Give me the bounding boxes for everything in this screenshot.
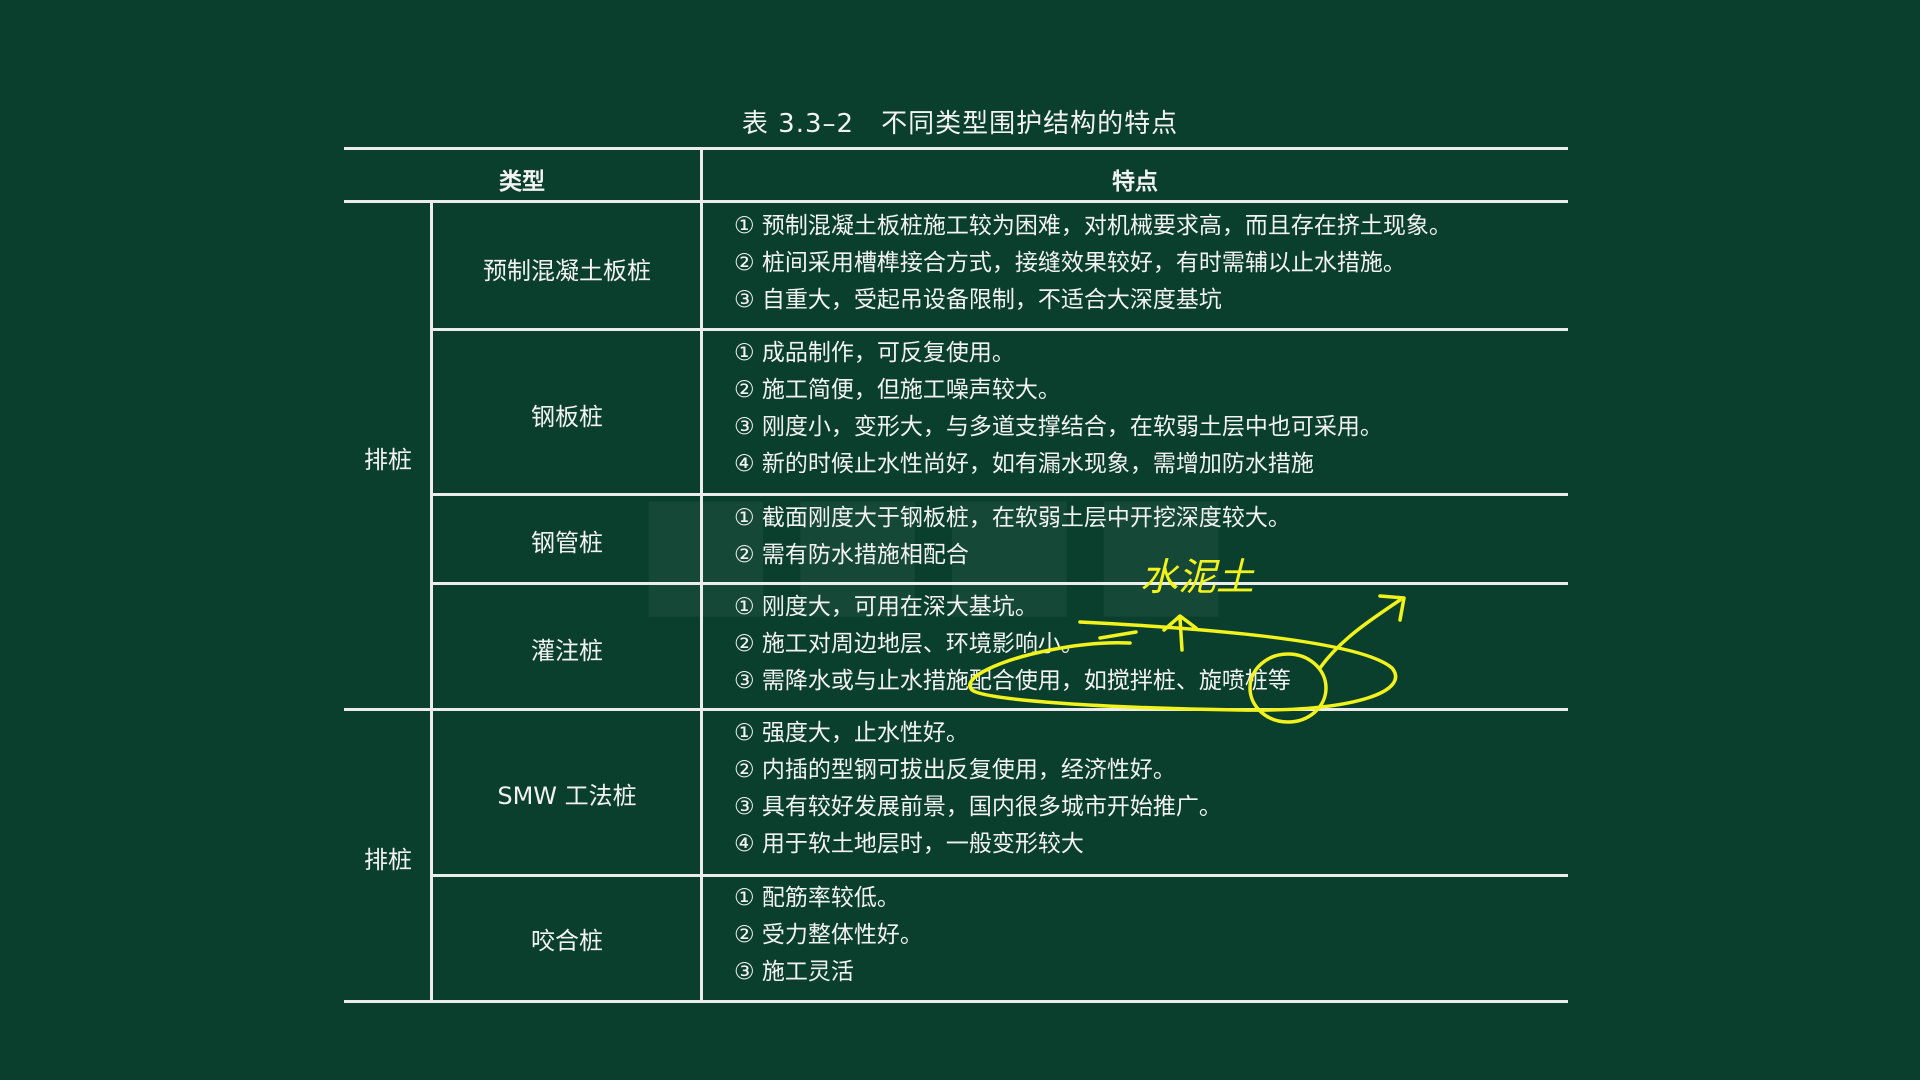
header-bottom-rule [344, 200, 1568, 203]
feature-list: ① 截面刚度大于钢板桩，在软弱土层中开挖深度较大。 ② 需有防水措施相配合 [734, 500, 1564, 574]
type-label: 钢管桩 [531, 529, 603, 557]
feature-item: ② 需有防水措施相配合 [734, 542, 969, 568]
type-label: 灌注桩 [531, 637, 603, 665]
type-label: SMW 工法桩 [497, 782, 637, 810]
feature-item: ① 强度大，止水性好。 [734, 720, 969, 746]
group-column-divider [430, 201, 433, 1002]
feature-list: ① 预制混凝土板桩施工较为困难，对机械要求高，而且存在挤土现象。 ② 桩间采用槽… [734, 208, 1564, 319]
feature-item: ① 截面刚度大于钢板桩，在软弱土层中开挖深度较大。 [734, 505, 1291, 531]
feature-item: ① 配筋率较低。 [734, 885, 900, 911]
group-divider [344, 708, 1568, 711]
feature-list: ① 强度大，止水性好。 ② 内插的型钢可拔出反复使用，经济性好。 ③ 具有较好发… [734, 715, 1564, 863]
feature-item: ④ 新的时候止水性尚好，如有漏水现象，需增加防水措施 [734, 451, 1314, 477]
feature-list: ① 刚度大，可用在深大基坑。 ② 施工对周边地层、环境影响小。 ③ 需降水或与止… [734, 589, 1564, 700]
table-top-rule [344, 147, 1568, 150]
feature-item: ② 受力整体性好。 [734, 922, 923, 948]
feature-item: ③ 自重大，受起吊设备限制，不适合大深度基坑 [734, 287, 1222, 313]
feature-item: ④ 用于软土地层时，一般变形较大 [734, 831, 1084, 857]
row-divider [432, 493, 1568, 496]
feature-item: ① 刚度大，可用在深大基坑。 [734, 594, 1038, 620]
feature-item: ③ 具有较好发展前景，国内很多城市开始推广。 [734, 794, 1222, 820]
slide: ■■■■ 表 3.3–2 不同类型围护结构的特点 类型 特点 排桩 排桩 预制混… [0, 0, 1920, 1080]
group-label: 排桩 [364, 846, 412, 874]
group-label: 排桩 [364, 446, 412, 474]
feature-item: ② 施工简便，但施工噪声较大。 [734, 377, 1061, 403]
feature-table: 类型 特点 排桩 排桩 预制混凝土板桩 ① 预制混凝土板桩施工较为困难，对机械要… [344, 147, 1568, 1004]
feature-item: ② 桩间采用槽榫接合方式，接缝效果较好，有时需辅以止水措施。 [734, 250, 1406, 276]
table-title: 表 3.3–2 不同类型围护结构的特点 [741, 109, 1179, 139]
feature-list: ① 配筋率较低。 ② 受力整体性好。 ③ 施工灵活 [734, 880, 1564, 991]
feature-item: ③ 需降水或与止水措施配合使用，如搅拌桩、旋喷桩等 [734, 668, 1291, 694]
table-bottom-rule [344, 1000, 1568, 1003]
type-label: 预制混凝土板桩 [483, 257, 651, 285]
header-features: 特点 [1112, 169, 1158, 195]
feature-item: ② 内插的型钢可拔出反复使用，经济性好。 [734, 757, 1176, 783]
row-divider [432, 582, 1568, 585]
feature-item: ② 施工对周边地层、环境影响小。 [734, 631, 1084, 657]
header-type: 类型 [499, 169, 545, 195]
feature-item: ③ 施工灵活 [734, 959, 854, 985]
feature-item: ① 预制混凝土板桩施工较为困难，对机械要求高，而且存在挤土现象。 [734, 213, 1452, 239]
feature-item: ① 成品制作，可反复使用。 [734, 340, 1015, 366]
type-label: 钢板桩 [531, 403, 603, 431]
feature-item: ③ 刚度小，变形大，与多道支撑结合，在软弱土层中也可采用。 [734, 414, 1383, 440]
row-divider [432, 874, 1568, 877]
type-label: 咬合桩 [531, 927, 603, 955]
feature-list: ① 成品制作，可反复使用。 ② 施工简便，但施工噪声较大。 ③ 刚度小，变形大，… [734, 335, 1564, 483]
row-divider [432, 328, 1568, 331]
